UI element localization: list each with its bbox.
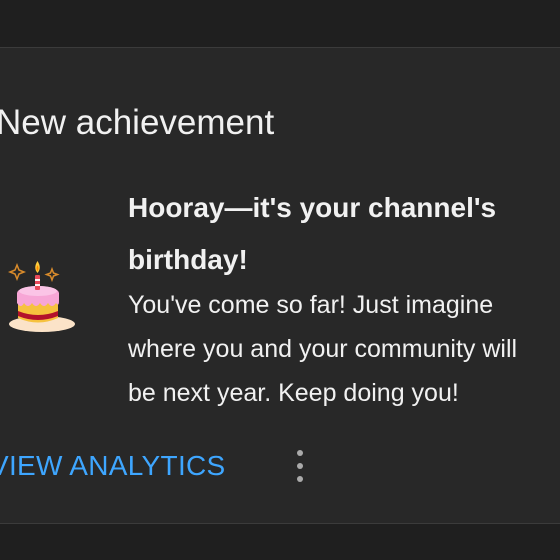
birthday-cake-icon — [7, 261, 75, 332]
more-options-button[interactable] — [282, 442, 322, 490]
achievement-headline: Hooray—it's your channel's birthday! — [128, 192, 497, 275]
achievement-card: New achievement Hooray—it's your channel… — [0, 47, 560, 524]
more-vert-icon — [297, 450, 303, 456]
more-vert-icon-dot — [297, 463, 303, 469]
page: New achievement Hooray—it's your channel… — [0, 0, 560, 560]
view-analytics-button[interactable]: VIEW ANALYTICS — [0, 444, 226, 488]
achievement-message: You've come so far! Just imagine where y… — [128, 291, 518, 407]
more-vert-icon-dot — [297, 476, 303, 482]
card-title: New achievement — [0, 103, 275, 142]
